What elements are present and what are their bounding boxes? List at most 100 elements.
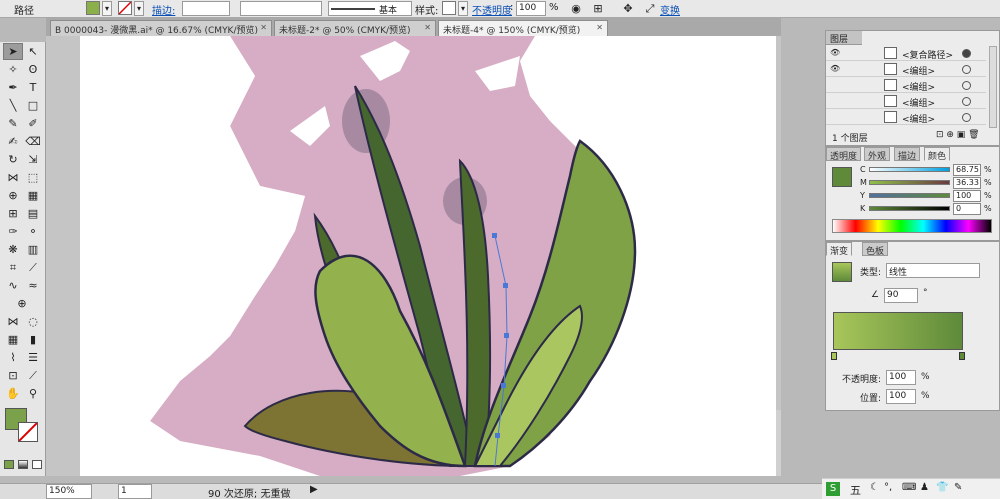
moon-icon[interactable]: ☾	[870, 482, 879, 493]
stroke-link[interactable]: 描边:	[152, 2, 175, 17]
selection-tool-icon[interactable]: ➤	[3, 43, 23, 60]
keyboard-icon[interactable]: ⌨	[902, 482, 916, 493]
style-swatch[interactable]	[442, 1, 456, 15]
transform-link[interactable]: 变换	[660, 2, 680, 17]
transform-icon[interactable]: ⤢	[640, 0, 660, 17]
wrench-icon[interactable]: ✎	[954, 482, 962, 493]
layers-scrollbar[interactable]	[989, 46, 997, 128]
target-icon[interactable]	[962, 113, 971, 122]
status-menu-arrow-icon[interactable]: ▶	[310, 484, 318, 495]
rotate-tool-icon[interactable]: ↻	[3, 151, 23, 168]
rectangle-tool-icon[interactable]: □	[23, 97, 43, 114]
mesh-tool-icon[interactable]: ⊞	[3, 205, 23, 222]
color-mode-icon[interactable]	[4, 460, 14, 469]
target-icon[interactable]	[962, 49, 971, 58]
gradient-location-field[interactable]: 100	[886, 389, 916, 404]
close-icon[interactable]: ✕	[424, 23, 431, 32]
channel-slider-y[interactable]	[869, 193, 950, 198]
free-transform-tool-icon[interactable]: ⬚	[23, 169, 43, 186]
gradient-stop-start[interactable]	[831, 352, 837, 360]
zigzag-tool-icon[interactable]: ∿	[3, 277, 23, 294]
width-tool-icon[interactable]: ⋈	[3, 169, 23, 186]
fill-swatch[interactable]	[86, 1, 100, 15]
zoom-field[interactable]: 150%	[46, 484, 92, 499]
stroke-weight-field[interactable]	[182, 1, 230, 16]
target-icon[interactable]	[962, 65, 971, 74]
lasso-tool-icon[interactable]: ʘ	[23, 61, 43, 78]
close-icon[interactable]: ✕	[260, 23, 267, 32]
gradient-stop-end[interactable]	[959, 352, 965, 360]
isolate-icon[interactable]: ✥	[618, 0, 638, 17]
ime-mode-label[interactable]: 五	[850, 482, 861, 498]
channel-slider-c[interactable]	[869, 167, 950, 172]
channel-value[interactable]: 36.33	[953, 177, 981, 189]
graph-tool-icon[interactable]: ▦	[3, 331, 23, 348]
eraser-tool-icon[interactable]: ⌫	[23, 133, 43, 150]
list-tool-icon[interactable]: ☰	[23, 349, 43, 366]
layer-row[interactable]: <编组>	[826, 110, 986, 125]
gradient-opacity-field[interactable]: 100	[886, 370, 916, 385]
layer-row[interactable]: 👁 <复合路径>	[826, 46, 986, 61]
direct-selection-tool-icon[interactable]: ↖	[23, 43, 43, 60]
slice-tool-icon[interactable]: ⟋	[23, 259, 43, 276]
canvas-area[interactable]	[46, 36, 781, 476]
tab-document-2[interactable]: 未标题-2* @ 50% (CMYK/预览) ✕	[274, 20, 436, 36]
gradient-type-select[interactable]: 线性	[886, 263, 980, 278]
style-dropdown-icon[interactable]: ▾	[458, 1, 468, 16]
color-spectrum[interactable]	[832, 219, 992, 233]
pencil-tool-icon[interactable]: ✐	[23, 115, 43, 132]
layer-row[interactable]: <编组>	[826, 78, 986, 93]
layer-row[interactable]: <编组>	[826, 94, 986, 109]
bar-graph-tool-icon[interactable]: ▮	[23, 331, 43, 348]
channel-value[interactable]: 100	[953, 190, 981, 202]
eye-icon[interactable]	[830, 96, 841, 106]
user-icon[interactable]: ♟	[920, 482, 929, 493]
knife-tool-icon[interactable]: ⟋	[23, 367, 43, 384]
perspective-grid-tool-icon[interactable]: ▦	[23, 187, 43, 204]
blob-brush-tool-icon[interactable]: ✍	[3, 133, 23, 150]
eye-icon[interactable]	[830, 80, 841, 90]
opacity-link[interactable]: 不透明度	[472, 2, 512, 17]
eyedropper-tool-icon[interactable]: ✑	[3, 223, 23, 240]
stroke-dropdown-icon[interactable]: ▾	[134, 1, 144, 16]
type-tool-icon[interactable]: T	[23, 79, 43, 96]
tab-gradient[interactable]: 渐变	[826, 242, 853, 257]
eye-icon[interactable]: 👁	[830, 48, 841, 58]
none-mode-icon[interactable]	[32, 460, 42, 469]
eye-icon[interactable]: 👁	[830, 64, 841, 74]
align-icon[interactable]: ⊞	[588, 0, 608, 17]
tab-swatches[interactable]: 色板	[862, 242, 889, 257]
layers-title[interactable]: 图层	[826, 31, 862, 45]
tab-transparency[interactable]: 透明度	[826, 147, 862, 162]
punctuation-icon[interactable]: °,	[884, 482, 892, 493]
recolor-icon[interactable]: ◉	[566, 0, 586, 17]
close-icon[interactable]: ✕	[596, 23, 603, 32]
artboard[interactable]	[80, 36, 776, 476]
hand-tool-icon[interactable]: ✋	[3, 385, 23, 402]
channel-value[interactable]: 0	[953, 203, 981, 215]
stroke-profile-select[interactable]: 基本	[328, 1, 412, 16]
target-icon[interactable]	[962, 81, 971, 90]
blend-tool-icon[interactable]: ⚬	[23, 223, 43, 240]
ime-logo-icon[interactable]: S	[826, 482, 840, 496]
channel-slider-m[interactable]	[869, 180, 950, 185]
artboard-tool-icon[interactable]: ⌗	[3, 259, 23, 276]
stroke-color-box[interactable]	[18, 422, 38, 442]
layer-row[interactable]: 👁 <编组>	[826, 62, 986, 77]
opacity-field[interactable]: 100	[516, 1, 546, 16]
layers-footer-icons[interactable]: ⊡ ⊕ ▣ 🗑	[936, 130, 980, 140]
crop-tool-icon[interactable]: ⊡	[3, 367, 23, 384]
column-graph-tool-icon[interactable]: ▥	[23, 241, 43, 258]
tab-color[interactable]: 颜色	[924, 147, 951, 162]
twirl-tool-icon[interactable]: ◌	[23, 313, 43, 330]
channel-slider-k[interactable]	[869, 206, 950, 211]
gradient-ramp[interactable]	[833, 312, 963, 350]
gradient-preview-swatch[interactable]	[832, 262, 852, 282]
scale-tool-icon[interactable]: ⇲	[23, 151, 43, 168]
tab-stroke[interactable]: 描边	[894, 147, 921, 162]
magic-wand-tool-icon[interactable]: ✧	[3, 61, 23, 78]
chart-tool-icon[interactable]: ⌇	[3, 349, 23, 366]
fill-dropdown-icon[interactable]: ▾	[102, 1, 112, 16]
channel-value[interactable]: 68.75	[953, 164, 981, 176]
tab-document-1[interactable]: B 0000043- 漫微黑.ai* @ 16.67% (CMYK/预览) ✕	[50, 20, 272, 36]
